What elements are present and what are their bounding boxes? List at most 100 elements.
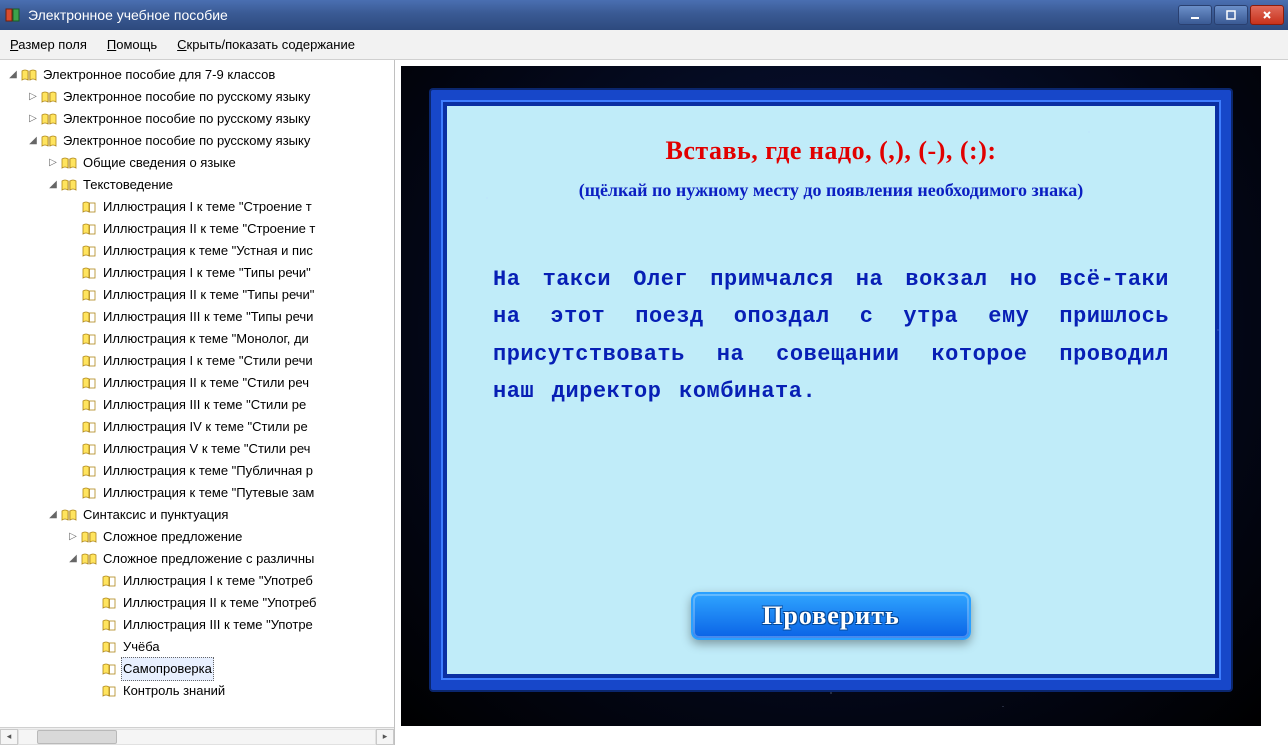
- tree-node-label: Контроль знаний: [121, 680, 227, 702]
- tree-node-label: Иллюстрация III к теме "Употре: [121, 614, 315, 636]
- tree-expander-closed-icon[interactable]: ▷: [66, 526, 80, 548]
- book-page-icon: [81, 201, 97, 213]
- book-open-icon: [61, 179, 77, 191]
- tree-node-label: Текстоведение: [81, 174, 175, 196]
- exercise-card: Вставь, где надо, (,), (-), (:): (щёлкай…: [447, 106, 1215, 674]
- tree-node[interactable]: Иллюстрация II к теме "Стили реч: [4, 372, 394, 394]
- tree-node-label: Иллюстрация III к теме "Стили ре: [101, 394, 308, 416]
- book-page-icon: [101, 685, 117, 697]
- tree-expander-open-icon[interactable]: ◢: [66, 548, 80, 570]
- scroll-track[interactable]: [18, 729, 376, 745]
- book-page-icon: [101, 575, 117, 587]
- tree-node[interactable]: ▷ Электронное пособие по русскому языку: [4, 108, 394, 130]
- tree-node[interactable]: ▷ Общие сведения о языке: [4, 152, 394, 174]
- tree-node-label: Иллюстрация к теме "Публичная р: [101, 460, 315, 482]
- tree-node[interactable]: ◢ Синтаксис и пунктуация: [4, 504, 394, 526]
- tree-expander-open-icon[interactable]: ◢: [46, 504, 60, 526]
- book-page-icon: [81, 223, 97, 235]
- scroll-thumb[interactable]: [37, 730, 117, 744]
- tree-node[interactable]: Иллюстрация I к теме "Строение т: [4, 196, 394, 218]
- tree-node-label: Иллюстрация к теме "Устная и пис: [101, 240, 315, 262]
- book-page-icon: [81, 443, 97, 455]
- window-close-button[interactable]: [1250, 5, 1284, 25]
- tree-node[interactable]: Иллюстрация III к теме "Употре: [4, 614, 394, 636]
- tree-expander-open-icon[interactable]: ◢: [26, 130, 40, 152]
- book-page-icon: [81, 267, 97, 279]
- tree-node[interactable]: Иллюстрация к теме "Публичная р: [4, 460, 394, 482]
- content-stage-wrapper: Вставь, где надо, (,), (-), (:): (щёлкай…: [395, 60, 1288, 745]
- tree-node-label: Иллюстрация II к теме "Употреб: [121, 592, 318, 614]
- tree-expander-closed-icon[interactable]: ▷: [46, 152, 60, 174]
- tree-node[interactable]: ◢Электронное пособие по русскому языку: [4, 130, 394, 152]
- tree-node-label: Общие сведения о языке: [81, 152, 238, 174]
- book-page-icon: [81, 465, 97, 477]
- tree-node-label: Иллюстрация II к теме "Стили реч: [101, 372, 311, 394]
- menu-item-toggle-toc[interactable]: Скрыть/показать содержание: [177, 37, 355, 52]
- tree-node[interactable]: Иллюстрация III к теме "Типы речи: [4, 306, 394, 328]
- book-open-icon: [41, 113, 57, 125]
- tree-node-label: Сложное предложение с различны: [101, 548, 316, 570]
- tree-node[interactable]: ◢ Сложное предложение с различны: [4, 548, 394, 570]
- toc-tree[interactable]: ◢Электронное пособие для 7-9 классов▷Эле…: [0, 60, 394, 706]
- tree-node-label: Электронное пособие по русскому языку: [61, 108, 312, 130]
- book-page-icon: [81, 399, 97, 411]
- tree-node-label: Иллюстрация I к теме "Типы речи": [101, 262, 313, 284]
- tree-node[interactable]: Иллюстрация к теме "Путевые зам: [4, 482, 394, 504]
- tree-expander-closed-icon[interactable]: ▷: [26, 108, 40, 130]
- tree-node-label: Иллюстрация II к теме "Типы речи": [101, 284, 316, 306]
- tree-node[interactable]: ◢ Текстоведение: [4, 174, 394, 196]
- menu-item-field-size[interactable]: Размер поля: [10, 37, 87, 52]
- window-maximize-button[interactable]: [1214, 5, 1248, 25]
- tree-expander-open-icon[interactable]: ◢: [6, 64, 20, 86]
- tree-node[interactable]: Иллюстрация IV к теме "Стили ре: [4, 416, 394, 438]
- exercise-frame: Вставь, где надо, (,), (-), (:): (щёлкай…: [431, 90, 1231, 690]
- book-page-icon: [81, 333, 97, 345]
- sidebar-horizontal-scrollbar[interactable]: ◂ ▸: [0, 727, 394, 745]
- tree-node[interactable]: Иллюстрация к теме "Монолог, ди: [4, 328, 394, 350]
- tree-node-label: Электронное пособие для 7-9 классов: [41, 64, 277, 86]
- tree-node[interactable]: Иллюстрация III к теме "Стили ре: [4, 394, 394, 416]
- menu-item-help[interactable]: Помощь: [107, 37, 157, 52]
- tree-node-label: Иллюстрация I к теме "Строение т: [101, 196, 314, 218]
- book-page-icon: [101, 663, 117, 675]
- exercise-body[interactable]: На такси Олег примчался на вокзал но всё…: [483, 261, 1179, 411]
- book-page-icon: [101, 597, 117, 609]
- tree-node[interactable]: ◢ Электронное пособие для 7-9 классов: [4, 64, 394, 86]
- tree-expander-open-icon[interactable]: ◢: [46, 174, 60, 196]
- tree-node[interactable]: ▷ Сложное предложение: [4, 526, 394, 548]
- tree-node-label: Иллюстрация к теме "Монолог, ди: [101, 328, 311, 350]
- check-button[interactable]: Проверить: [691, 592, 971, 640]
- tree-node[interactable]: Иллюстрация II к теме "Употреб: [4, 592, 394, 614]
- tree-node[interactable]: Иллюстрация I к теме "Типы речи": [4, 262, 394, 284]
- book-open-icon: [81, 553, 97, 565]
- tree-node[interactable]: Иллюстрация V к теме "Стили реч: [4, 438, 394, 460]
- tree-node[interactable]: ▷ Электронное пособие по русскому языку: [4, 86, 394, 108]
- tree-node[interactable]: Иллюстрация I к теме "Стили речи: [4, 350, 394, 372]
- tree-node-label: Самопроверка: [121, 657, 214, 681]
- scroll-right-icon[interactable]: ▸: [376, 729, 394, 745]
- book-open-icon: [61, 157, 77, 169]
- book-page-icon: [101, 619, 117, 631]
- tree-node-label: Сложное предложение: [101, 526, 244, 548]
- content-stage: Вставь, где надо, (,), (-), (:): (щёлкай…: [401, 66, 1261, 726]
- tree-node[interactable]: Учёба: [4, 636, 394, 658]
- tree-node[interactable]: Иллюстрация II к теме "Строение т: [4, 218, 394, 240]
- book-page-icon: [81, 355, 97, 367]
- scroll-left-icon[interactable]: ◂: [0, 729, 18, 745]
- tree-node[interactable]: Самопроверка: [4, 658, 394, 680]
- tree-node-label: Синтаксис и пунктуация: [81, 504, 230, 526]
- window-title: Электронное учебное пособие: [28, 7, 1178, 23]
- tree-node-label: Электронное пособие по русскому языку: [61, 86, 312, 108]
- book-page-icon: [81, 487, 97, 499]
- tree-node[interactable]: Иллюстрация I к теме "Употреб: [4, 570, 394, 592]
- book-page-icon: [81, 289, 97, 301]
- book-page-icon: [81, 421, 97, 433]
- tree-expander-closed-icon[interactable]: ▷: [26, 86, 40, 108]
- toc-sidebar: ◢Электронное пособие для 7-9 классов▷Эле…: [0, 60, 395, 745]
- window-titlebar: Электронное учебное пособие: [0, 0, 1288, 30]
- tree-node[interactable]: Иллюстрация к теме "Устная и пис: [4, 240, 394, 262]
- app-icon: [4, 6, 22, 24]
- tree-node[interactable]: Контроль знаний: [4, 680, 394, 702]
- tree-node[interactable]: Иллюстрация II к теме "Типы речи": [4, 284, 394, 306]
- window-minimize-button[interactable]: [1178, 5, 1212, 25]
